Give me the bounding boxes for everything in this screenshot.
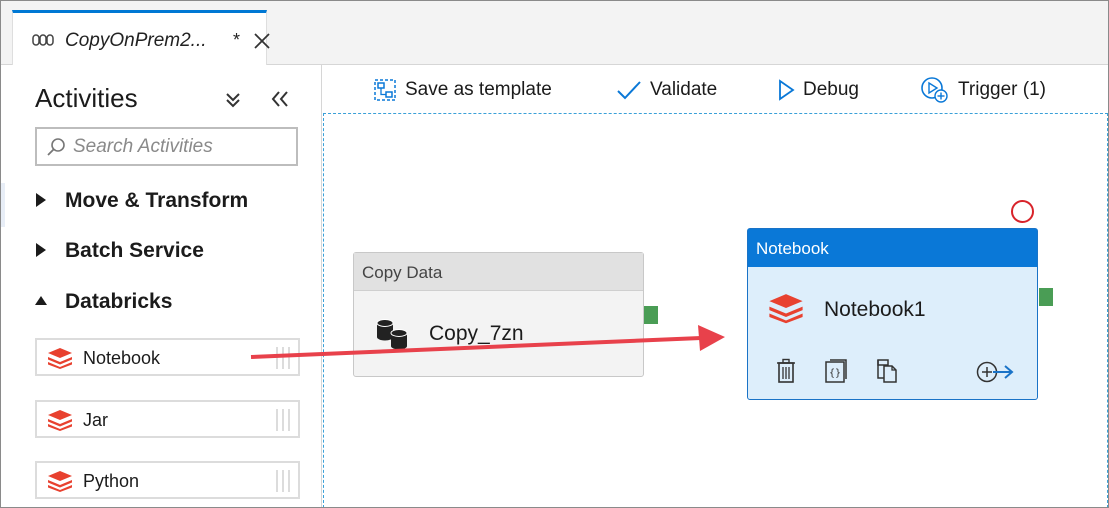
code-icon[interactable]: {}	[824, 358, 848, 384]
search-activities-box	[35, 127, 298, 166]
databricks-icon	[48, 471, 72, 492]
tab-title: CopyOnPrem2...	[65, 30, 207, 51]
debug-button[interactable]: Debug	[777, 75, 859, 105]
search-icon	[47, 138, 65, 156]
search-input[interactable]	[73, 133, 293, 161]
activity-notebook[interactable]: Notebook	[35, 338, 300, 376]
add-output-icon[interactable]	[976, 360, 1016, 384]
activity-type-header: Copy Data	[354, 253, 643, 291]
checkmark-icon	[617, 81, 641, 100]
unsaved-marker: *	[233, 30, 241, 50]
activity-python[interactable]: Python	[35, 461, 300, 499]
category-label: Move & Transform	[65, 189, 249, 212]
output-port[interactable]	[1039, 288, 1053, 306]
copy-data-icon	[376, 319, 408, 350]
notebook-activity[interactable]: Notebook Notebook1 {}	[747, 228, 1053, 400]
svg-text:{}: {}	[829, 368, 841, 379]
drag-handle-icon[interactable]	[274, 345, 292, 371]
template-icon	[374, 79, 396, 101]
save-as-template-button[interactable]: Save as template	[373, 75, 552, 105]
panel-edge-marker	[1, 183, 5, 227]
drag-handle-icon[interactable]	[274, 468, 292, 494]
output-port[interactable]	[644, 306, 658, 324]
caret-right-icon	[36, 243, 46, 257]
trigger-label: Trigger (1)	[958, 79, 1046, 100]
activity-label: Jar	[83, 410, 109, 430]
trigger-button[interactable]: Trigger (1)	[920, 75, 1046, 105]
activity-label: Notebook	[83, 348, 161, 368]
collapse-all-icon[interactable]	[223, 90, 243, 110]
app-frame: CopyOnPrem2... * Activities Search Activ…	[0, 0, 1109, 508]
activity-name: Copy_7zn	[429, 322, 524, 345]
activity-type-header: Notebook	[748, 229, 1037, 267]
close-icon[interactable]	[253, 32, 271, 50]
category-label: Databricks	[65, 290, 173, 313]
copy-data-activity[interactable]: Copy Data Copy_7zn	[353, 252, 658, 377]
clone-icon[interactable]	[875, 358, 899, 384]
double-chevron-left-icon[interactable]	[269, 88, 291, 110]
activity-label: Python	[83, 471, 140, 491]
activities-panel: Activities Move & Transform Batch Servic…	[1, 65, 322, 507]
databricks-icon	[48, 410, 72, 431]
delete-icon[interactable]	[774, 358, 798, 384]
activity-name: Notebook1	[824, 298, 926, 321]
tab-pipeline[interactable]: CopyOnPrem2... *	[12, 10, 270, 66]
databricks-icon	[769, 294, 803, 324]
category-label: Batch Service	[65, 239, 204, 262]
pipeline-toolbar: Save as template Validate Debug Trigger …	[323, 65, 1108, 113]
activity-jar[interactable]: Jar	[35, 400, 300, 438]
tab-bar: CopyOnPrem2... *	[1, 1, 1108, 66]
validate-button[interactable]: Validate	[616, 75, 717, 105]
caret-right-icon	[36, 193, 46, 207]
play-icon	[779, 79, 795, 101]
databricks-icon	[48, 348, 72, 369]
panel-title: Activities	[35, 83, 138, 113]
validation-marker	[1011, 200, 1034, 223]
validate-label: Validate	[650, 79, 718, 100]
caret-down-icon	[35, 296, 47, 305]
save-as-template-label: Save as template	[405, 79, 552, 100]
debug-label: Debug	[803, 79, 859, 100]
drag-handle-icon[interactable]	[274, 407, 292, 433]
trigger-icon	[921, 77, 948, 103]
pipeline-icon	[32, 34, 54, 46]
